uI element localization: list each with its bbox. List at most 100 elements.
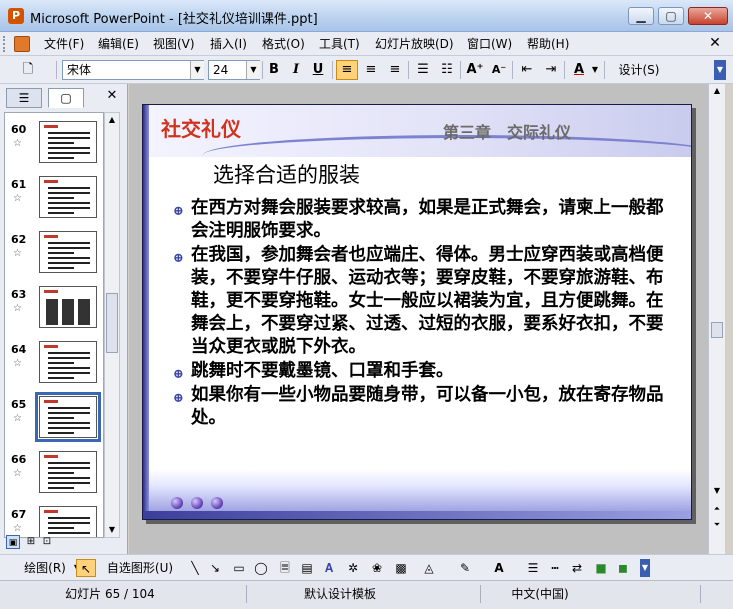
numbering-icon[interactable]: ☰ [412, 60, 434, 80]
menu-edit[interactable]: 编辑(E) [96, 36, 141, 52]
slideshow-icon[interactable]: ⊡ [40, 535, 54, 549]
toolbar-options-icon[interactable]: ▼ [640, 559, 650, 577]
decrease-indent-icon[interactable]: ⇤ [516, 60, 538, 80]
powerpoint-app-icon[interactable]: P [8, 8, 24, 24]
autoshapes-button[interactable]: 自选图形(U) [104, 559, 176, 577]
current-slide[interactable]: 社交礼仪 第三章 交际礼仪 选择合适的服装 ⊕ 在西方对舞会服装要求较高，如果是正… [142, 104, 692, 520]
font-color-icon[interactable]: A [490, 559, 508, 577]
diagram-icon[interactable]: ✲ [344, 559, 362, 577]
scroll-thumb[interactable] [106, 293, 118, 353]
clipart-icon[interactable]: ❀ [368, 559, 386, 577]
slide-thumbnail[interactable] [39, 176, 97, 218]
align-right-button[interactable]: ≡ [384, 60, 406, 80]
thumbnail-scrollbar[interactable]: ▲ ▼ [104, 112, 120, 538]
line-tool-icon[interactable]: ╲ [186, 559, 204, 577]
slide-scrollbar[interactable]: ▲ ▼ ⏶ ⏷ [708, 84, 725, 554]
toolbar-options-icon[interactable]: ▼ [714, 60, 726, 80]
fill-color-icon[interactable]: ◬ [420, 559, 438, 577]
slide-brand-title[interactable]: 社交礼仪 [161, 113, 241, 142]
next-slide-icon[interactable]: ⏷ [710, 518, 724, 532]
scroll-up-icon[interactable]: ▲ [710, 84, 724, 98]
slide-thumbnail-row[interactable]: 65 ☆ [5, 392, 103, 450]
chevron-down-icon[interactable]: ▼ [590, 60, 600, 80]
slide-bullet[interactable]: ⊕ 如果你有一些小物品要随身带，可以备一小包，放在寄存物品处。 [171, 384, 671, 430]
slide-thumbnail[interactable] [39, 286, 97, 328]
scroll-up-icon[interactable]: ▲ [105, 113, 119, 127]
scroll-down-icon[interactable]: ▼ [710, 484, 724, 498]
slide-thumbnail-row[interactable]: 62 ☆ [5, 231, 103, 285]
menu-slideshow[interactable]: 幻灯片放映(D) [373, 36, 456, 52]
close-window-button[interactable]: ✕ [688, 7, 728, 25]
menu-grip[interactable] [3, 36, 6, 52]
slide-title[interactable]: 选择合适的服装 [213, 159, 360, 189]
menu-window[interactable]: 窗口(W) [465, 36, 514, 52]
slide-sorter-icon[interactable]: ⊞ [24, 535, 38, 549]
chevron-down-icon[interactable]: ▼ [246, 61, 260, 79]
scroll-thumb[interactable] [711, 322, 723, 338]
increase-font-icon[interactable]: A⁺ [464, 60, 486, 80]
align-center-button[interactable]: ≡ [360, 60, 382, 80]
thumbnail-text-line [48, 532, 90, 534]
document-icon[interactable] [14, 36, 30, 52]
close-icon[interactable]: ✕ [104, 88, 120, 104]
bullets-icon[interactable]: ☷ [436, 60, 458, 80]
increase-indent-icon[interactable]: ⇥ [540, 60, 562, 80]
shadow-style-icon[interactable]: ■ [592, 559, 610, 577]
menu-tools[interactable]: 工具(T) [317, 36, 362, 52]
slide-bullet[interactable]: ⊕ 跳舞时不要戴墨镜、口罩和手套。 [171, 360, 671, 383]
menu-file[interactable]: 文件(F) [42, 36, 86, 52]
design-button[interactable]: 设计(S) [608, 60, 670, 80]
textbox-tool-icon[interactable]: 🗏 [276, 559, 294, 577]
close-document-icon[interactable]: ✕ [708, 36, 722, 50]
slide-thumbnail-list[interactable]: 60 ☆ 61 ☆ 62 ☆ 63 ☆ 64 ☆ 65 ☆ 66 ☆ 67 ☆ [4, 112, 104, 538]
new-document-icon[interactable]: 🗋 [18, 60, 38, 80]
menu-help[interactable]: 帮助(H) [525, 36, 571, 52]
arrow-tool-icon[interactable]: ↘ [206, 559, 224, 577]
slide-thumbnail[interactable] [39, 451, 97, 493]
font-color-icon[interactable]: A [568, 60, 590, 80]
slide-body-text[interactable]: ⊕ 在西方对舞会服装要求较高，如果是正式舞会，请柬上一般都会注明服饰要求。 ⊕ 在我国… [171, 197, 671, 431]
slide-thumbnail[interactable] [39, 121, 97, 163]
slide-thumbnail-row[interactable]: 67 ☆ [5, 506, 103, 537]
slide-thumbnail-row[interactable]: 66 ☆ [5, 451, 103, 505]
tab-slides[interactable]: ▢ [48, 88, 84, 108]
decrease-font-icon[interactable]: A⁻ [488, 60, 510, 80]
dash-style-icon[interactable]: ┅ [546, 559, 564, 577]
slide-thumbnail-row[interactable]: 63 ☆ [5, 286, 103, 340]
slide-bullet[interactable]: ⊕ 在我国，参加舞会者也应端庄、得体。男士应穿西装或高档便装，不要穿牛仔服、运动衣… [171, 244, 671, 359]
slide-bullet[interactable]: ⊕ 在西方对舞会服装要求较高，如果是正式舞会，请柬上一般都会注明服饰要求。 [171, 197, 671, 243]
menu-format[interactable]: 格式(O) [260, 36, 307, 52]
oval-tool-icon[interactable]: ◯ [252, 559, 270, 577]
normal-view-icon[interactable]: ▣ [6, 535, 20, 549]
slide-thumbnail[interactable] [35, 392, 101, 442]
slide-thumbnail[interactable] [39, 506, 97, 537]
3d-style-icon[interactable]: ◼ [614, 559, 632, 577]
slide-thumbnail-row[interactable]: 61 ☆ [5, 176, 103, 230]
line-color-icon[interactable]: ✎ [456, 559, 474, 577]
previous-slide-icon[interactable]: ⏶ [710, 502, 724, 516]
slide-thumbnail-row[interactable]: 60 ☆ [5, 121, 103, 175]
slide-chapter-title[interactable]: 第三章 交际礼仪 [443, 119, 571, 143]
menu-insert[interactable]: 插入(I) [208, 36, 249, 52]
underline-button[interactable]: U [308, 60, 328, 80]
select-pointer-icon[interactable]: ↖ [76, 559, 96, 577]
bold-button[interactable]: B [264, 60, 284, 80]
tab-outline[interactable]: ☰ [6, 88, 42, 108]
minimize-button[interactable]: ▁ [628, 7, 654, 25]
italic-button[interactable]: I [286, 60, 306, 80]
arrow-style-icon[interactable]: ⇄ [568, 559, 586, 577]
picture-icon[interactable]: ▩ [392, 559, 410, 577]
draw-menu-button[interactable]: 绘图(R) [18, 559, 72, 577]
vertical-textbox-icon[interactable]: ▤ [298, 559, 316, 577]
wordart-icon[interactable]: 𝐀 [320, 559, 338, 577]
maximize-button[interactable]: ▢ [658, 7, 684, 25]
slide-thumbnail-row[interactable]: 64 ☆ [5, 341, 103, 395]
slide-thumbnail[interactable] [39, 341, 97, 383]
line-style-icon[interactable]: ☰ [524, 559, 542, 577]
rectangle-tool-icon[interactable]: ▭ [230, 559, 248, 577]
menu-view[interactable]: 视图(V) [151, 36, 197, 52]
align-left-button[interactable]: ≡ [336, 60, 358, 80]
font-name-combo[interactable]: 宋体 [62, 60, 204, 80]
slide-thumbnail[interactable] [39, 231, 97, 273]
chevron-down-icon[interactable]: ▼ [190, 61, 204, 79]
